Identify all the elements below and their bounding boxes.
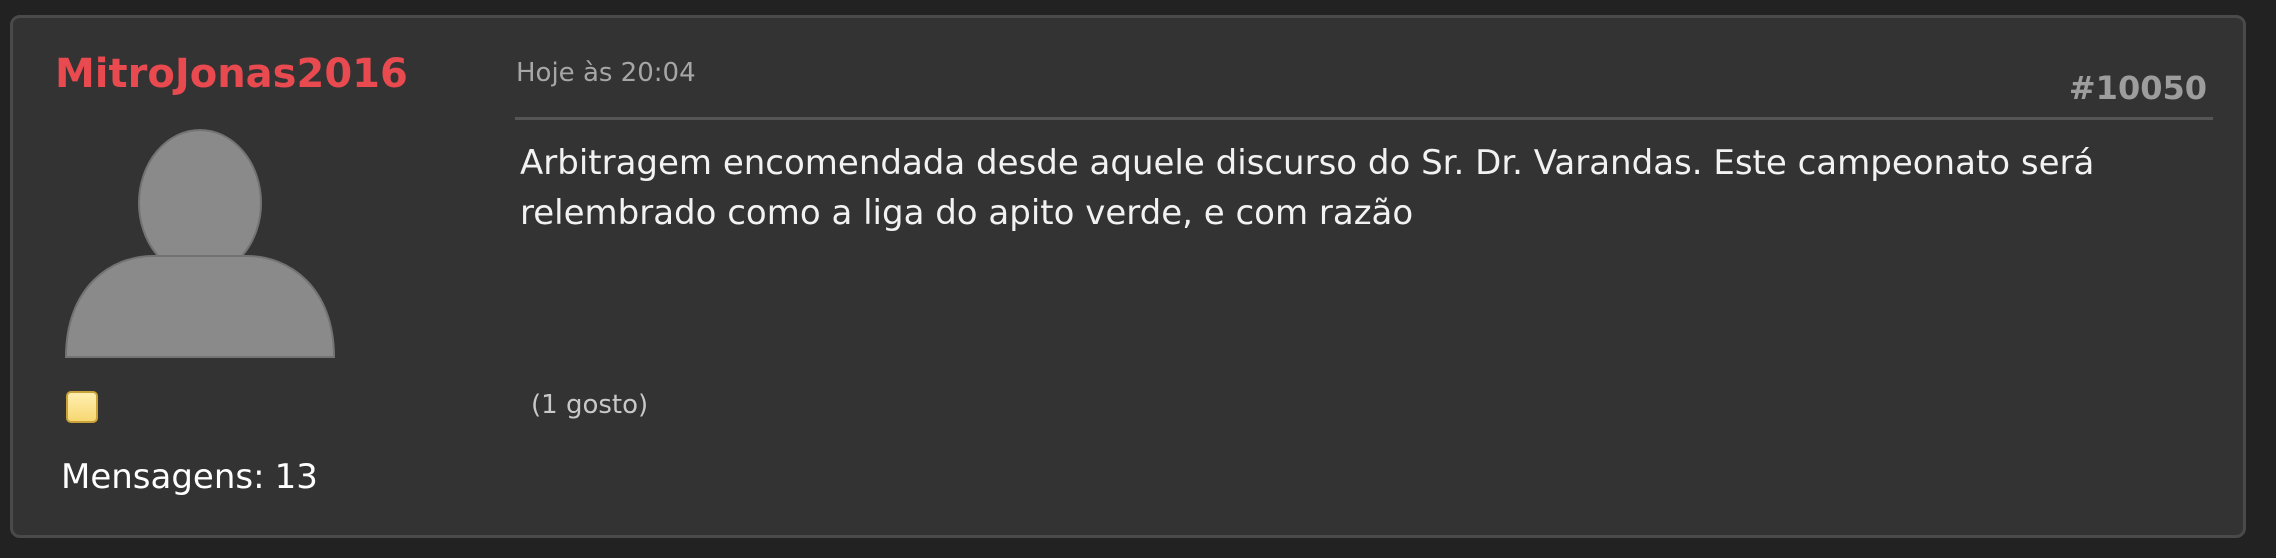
- post-header-divider: [515, 117, 2213, 120]
- message-count-label: Mensagens:: [61, 457, 265, 497]
- post-likes-count[interactable]: (1 gosto): [531, 388, 648, 422]
- post-number-link[interactable]: #10050: [2069, 68, 2207, 108]
- rank-badge-icon: [66, 391, 98, 423]
- post-timestamp: Hoje às 20:04: [516, 58, 696, 88]
- default-user-avatar-icon[interactable]: [65, 128, 335, 358]
- post-content: Arbitragem encomendada desde aquele disc…: [520, 143, 2095, 233]
- forum-post: MitroJonas2016 Mensagens: 13 Hoje às 20:0…: [10, 15, 2246, 538]
- message-count: Mensagens: 13: [61, 455, 318, 499]
- post-author-name[interactable]: MitroJonas2016: [55, 48, 408, 100]
- message-count-value: 13: [274, 457, 318, 497]
